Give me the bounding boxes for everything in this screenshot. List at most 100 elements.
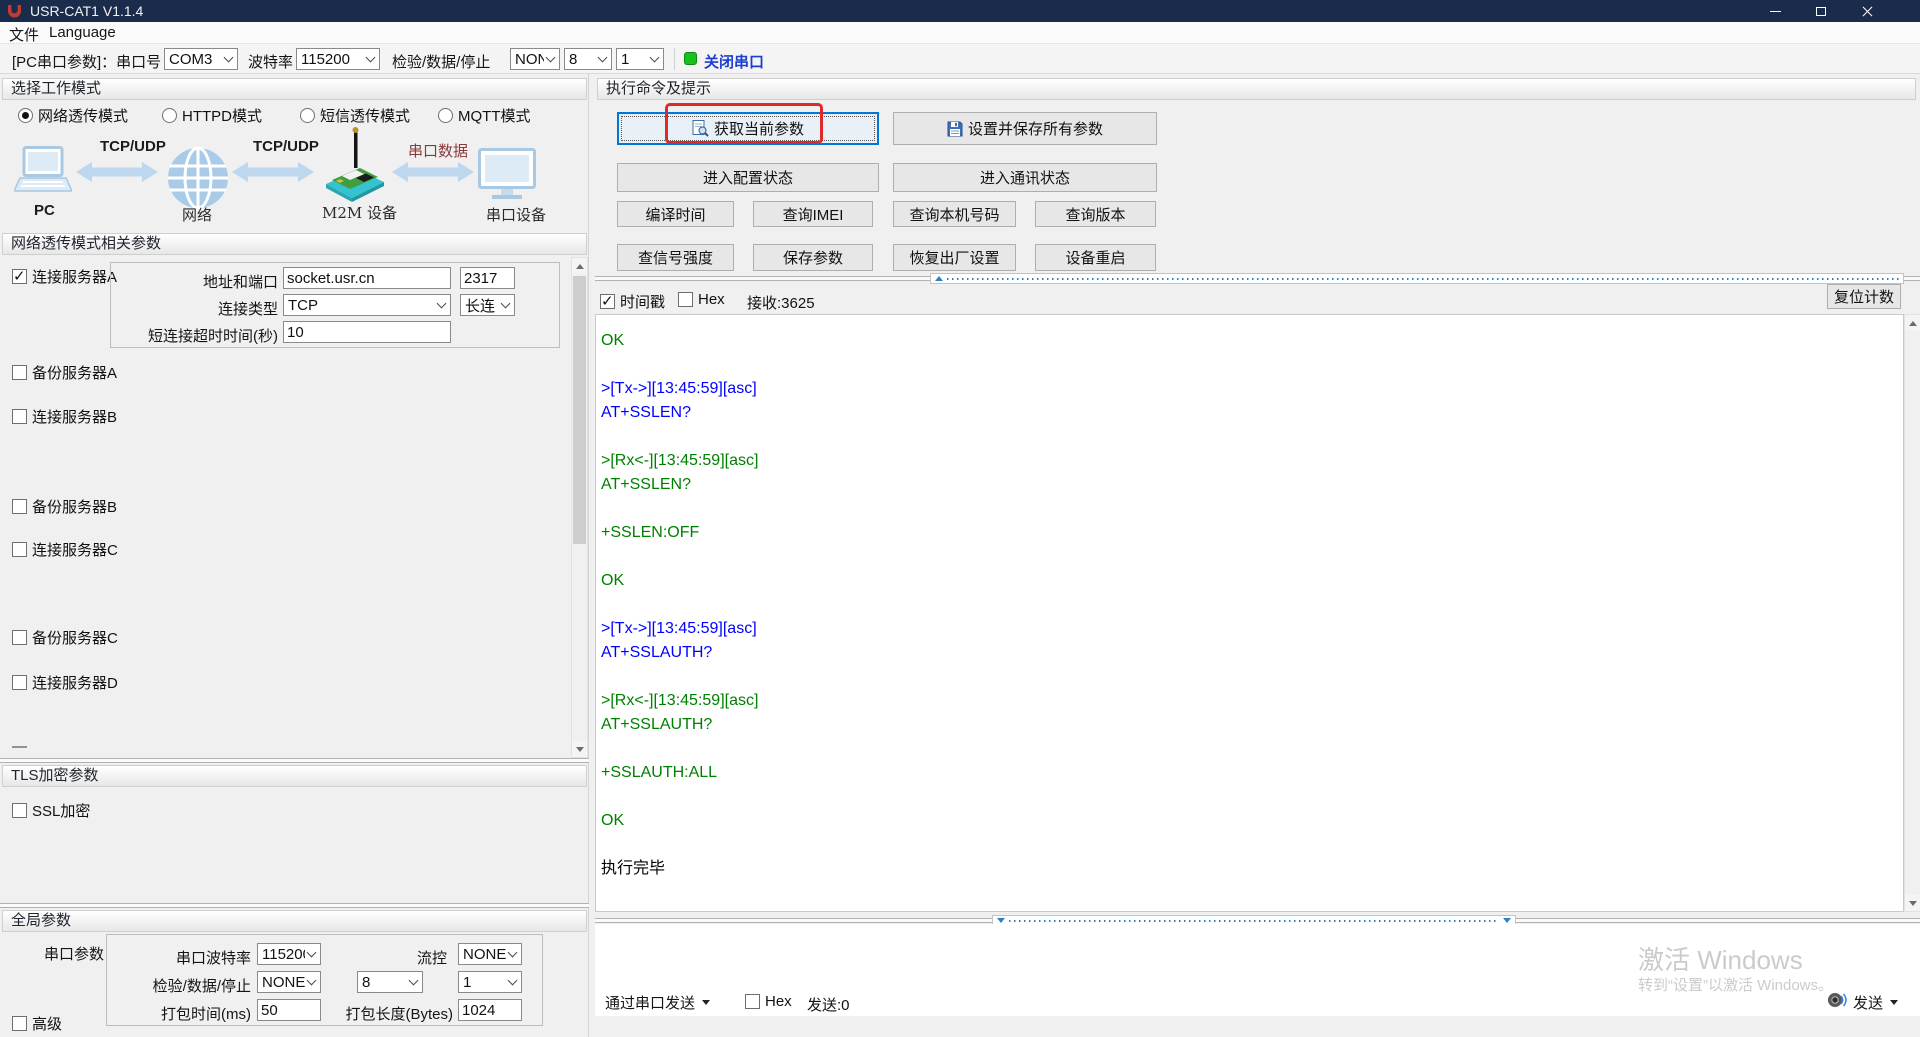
com-port-select[interactable]: COM3	[164, 48, 238, 70]
log-scrollbar[interactable]	[1904, 314, 1920, 912]
command-button[interactable]: 保存参数	[753, 244, 873, 271]
checkbox-connect-server-a[interactable]: 连接服务器A	[12, 266, 117, 287]
checkbox-advanced[interactable]: 高级	[12, 1013, 62, 1034]
conn-type-label: 连接类型	[115, 298, 278, 319]
g-parity-select[interactable]: NONE	[257, 971, 321, 993]
g-databits-select[interactable]: 8	[357, 971, 423, 993]
checkbox-timestamp[interactable]: 时间戳	[600, 291, 665, 312]
command-button[interactable]: 查信号强度	[617, 244, 734, 271]
command-button[interactable]: 设备重启	[1035, 244, 1156, 271]
activate-windows-watermark-sub: 转到“设置”以激活 Windows。	[1638, 974, 1833, 995]
close-port-button[interactable]: 关闭串口	[704, 51, 764, 72]
radio-icon	[438, 108, 453, 123]
splitter-handle[interactable]	[930, 273, 1904, 284]
command-button[interactable]: 恢复出厂设置	[893, 244, 1016, 271]
radio-sms-passthrough[interactable]: 短信透传模式	[300, 105, 410, 126]
databits-select[interactable]: 8	[564, 48, 612, 70]
right-panel: 执行命令及提示 获取当前参数 设置并保存所有参数 进入配置状态 进入通讯状态	[595, 74, 1920, 1037]
command-button[interactable]: 编译时间	[617, 201, 734, 227]
scrollbar-thumb[interactable]	[573, 276, 586, 544]
checkbox-backup-server-a[interactable]: 备份服务器A	[12, 362, 117, 383]
command-button[interactable]: 查询IMEI	[753, 201, 873, 227]
log-line	[601, 353, 1899, 377]
server-a-groupbox: 地址和端口 连接类型 TCP 长连 短连接超时时间(秒)	[110, 262, 560, 348]
reset-counter-button[interactable]: 复位计数	[1827, 284, 1901, 309]
command-button[interactable]: 查询版本	[1035, 201, 1156, 227]
node-label-m2m: M2M 设备	[322, 202, 397, 223]
minimize-button[interactable]	[1752, 0, 1798, 22]
radio-net-passthrough[interactable]: 网络透传模式	[18, 105, 128, 126]
left-splitter-2[interactable]	[0, 903, 589, 908]
log-area[interactable]: OK>[Tx->][13:45:59][asc]AT+SSLEN?>[Rx<-]…	[595, 314, 1904, 912]
serial-toolbar: [PC串口参数]：串口号 COM3 波特率 115200 检验/数据/停止 NO…	[0, 44, 1920, 74]
collapse-down-icon[interactable]	[1503, 918, 1511, 923]
arrow-bidirectional-icon	[232, 160, 314, 184]
checkbox-connect-server-d[interactable]: 连接服务器D	[12, 672, 118, 693]
baud-select[interactable]: 115200	[296, 48, 380, 70]
checkbox-connect-server-b[interactable]: 连接服务器B	[12, 406, 117, 427]
checkbox-backup-server-b[interactable]: 备份服务器B	[12, 496, 117, 517]
checkbox-icon	[12, 1016, 27, 1031]
work-mode-header: 选择工作模式	[2, 78, 587, 100]
radio-mqtt[interactable]: MQTT模式	[438, 105, 531, 126]
command-button[interactable]: 查询本机号码	[893, 201, 1016, 227]
log-line: >[Rx<-][13:45:59][asc]	[601, 689, 1899, 713]
recv-count: 接收:3625	[747, 292, 815, 313]
g-flow-select[interactable]: NONE	[458, 943, 522, 965]
log-line: OK	[601, 329, 1899, 353]
checkbox-ssl[interactable]: SSL加密	[12, 800, 90, 821]
collapse-down-icon[interactable]	[997, 918, 1005, 923]
checkbox-connect-server-c[interactable]: 连接服务器C	[12, 539, 118, 560]
keepalive-select[interactable]: 长连	[460, 294, 515, 316]
menu-file[interactable]: 文件	[9, 24, 39, 45]
node-label-pc: PC	[34, 202, 55, 219]
g-baud-select[interactable]: 115200	[257, 943, 321, 965]
menu-bar: 文件 Language	[0, 22, 1920, 44]
short-conn-timeout-input[interactable]	[283, 321, 451, 343]
addr-port-label: 地址和端口	[115, 271, 278, 292]
collapse-up-icon[interactable]	[935, 276, 943, 281]
checkbox-recv-hex[interactable]: Hex	[678, 291, 725, 308]
radio-httpd[interactable]: HTTPD模式	[162, 105, 262, 126]
close-button[interactable]	[1844, 0, 1890, 22]
scroll-down-icon[interactable]	[1905, 895, 1920, 911]
tls-header: TLS加密参数	[2, 765, 587, 787]
left-splitter-1[interactable]	[0, 758, 589, 763]
get-params-button[interactable]: 获取当前参数	[617, 112, 879, 145]
checkbox-send-hex[interactable]: Hex	[745, 993, 792, 1010]
server-address-input[interactable]	[283, 267, 451, 289]
serial-device-monitor-icon	[478, 148, 536, 202]
enter-comm-button[interactable]: 进入通讯状态	[893, 163, 1157, 192]
scroll-down-icon[interactable]	[572, 741, 587, 757]
menu-language[interactable]: Language	[49, 24, 116, 41]
server-list-scrollbar[interactable]	[571, 257, 588, 758]
parity-select[interactable]: NONI	[510, 48, 560, 70]
scroll-up-icon[interactable]	[1905, 315, 1920, 331]
send-button[interactable]: 发送	[1853, 992, 1898, 1013]
conn-type-select[interactable]: TCP	[283, 294, 451, 316]
dropdown-arrow-icon	[702, 1000, 710, 1005]
maximize-button[interactable]	[1798, 0, 1844, 22]
packlen-input[interactable]	[458, 999, 522, 1021]
button-label: 复位计数	[1834, 286, 1894, 307]
checkbox-icon	[678, 292, 693, 307]
checkbox-label: SSL加密	[32, 800, 90, 821]
left-panel: 选择工作模式 网络透传模式 HTTPD模式 短信透传模式 MQTT模式 TCP/…	[0, 74, 589, 1037]
send-via-serial-dropdown[interactable]: 通过串口发送	[605, 992, 710, 1013]
log-line: AT+SSLAUTH?	[601, 641, 1899, 665]
packtime-label: 打包时间(ms)	[111, 1003, 251, 1024]
checkbox-backup-server-c[interactable]: 备份服务器C	[12, 627, 118, 648]
server-port-input[interactable]	[460, 267, 515, 289]
checkbox-icon	[12, 675, 27, 690]
set-save-params-button[interactable]: 设置并保存所有参数	[893, 112, 1157, 145]
log-line: 执行完毕	[601, 857, 1899, 881]
stopbits-select[interactable]: 1	[616, 48, 664, 70]
packtime-input[interactable]	[257, 999, 321, 1021]
g-stopbits-select[interactable]: 1	[458, 971, 522, 993]
checkbox-label: 连接服务器C	[32, 539, 118, 560]
checkbox-label: 连接服务器D	[32, 672, 118, 693]
chevron-down-icon	[546, 53, 556, 63]
enter-config-button[interactable]: 进入配置状态	[617, 163, 879, 192]
floppy-save-icon	[947, 121, 963, 137]
scroll-up-icon[interactable]	[572, 258, 587, 274]
